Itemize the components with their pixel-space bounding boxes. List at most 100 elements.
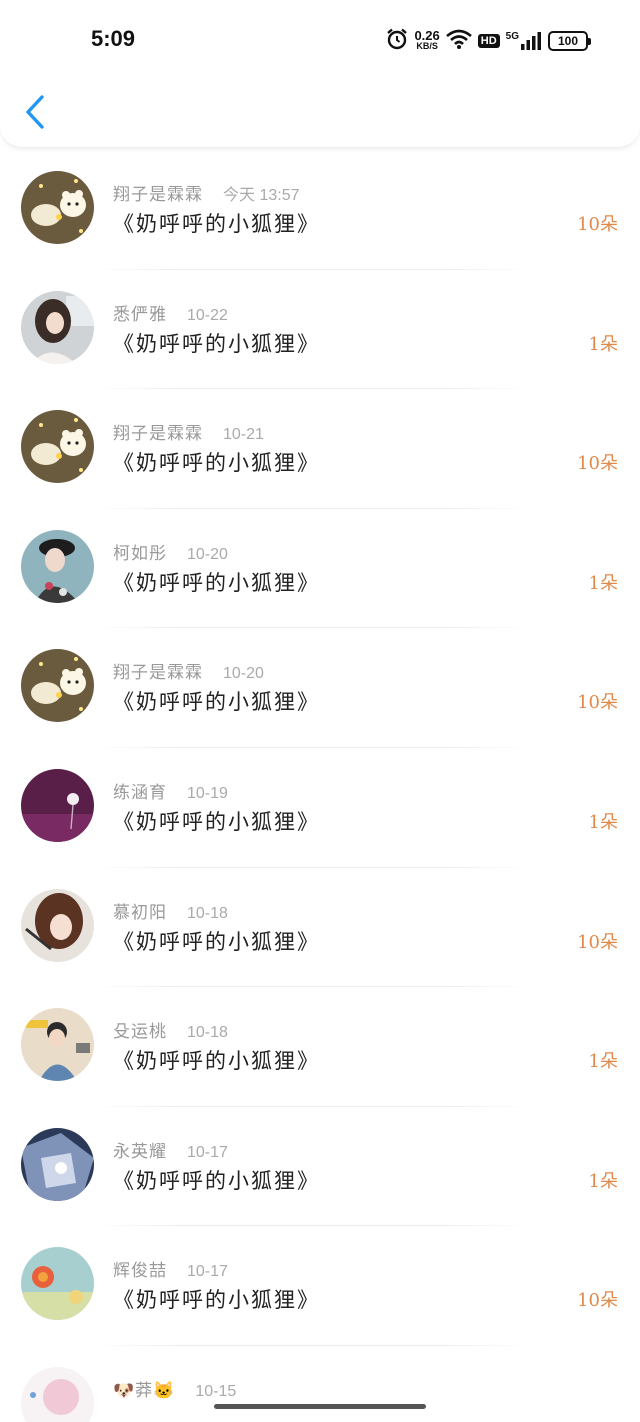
gift-title: 《奶呼呼的小狐狸》	[113, 1168, 320, 1193]
gift-title: 《奶呼呼的小狐狸》	[113, 929, 320, 954]
user-name: 殳运桃	[113, 1022, 167, 1043]
gift-title: 《奶呼呼的小狐狸》	[113, 212, 320, 236]
list-item[interactable]: 悉俨雅 10-22 《奶呼呼的小狐狸》 1朵	[0, 270, 640, 390]
gift-date: 10-17	[187, 1143, 228, 1161]
gift-count: 10朵	[577, 453, 618, 475]
gift-date: 10-20	[223, 665, 264, 683]
net-speed: 0.26 KB/S	[414, 28, 440, 51]
list-item[interactable]: 翔子是霖霖 10-21 《奶呼呼的小狐狸》 10朵	[0, 389, 640, 509]
gift-title: 《奶呼呼的小狐狸》	[113, 570, 320, 595]
signal-label: 5G	[505, 31, 519, 42]
name-line: 练涵育 10-19	[113, 778, 228, 803]
list-item[interactable]: 练涵育 10-19 《奶呼呼的小狐狸》 1朵	[0, 748, 640, 868]
avatar[interactable]	[21, 290, 94, 364]
avatar[interactable]	[21, 410, 94, 484]
gift-date: 10-20	[187, 545, 228, 563]
user-name: 翔子是霖霖	[113, 185, 203, 205]
user-name: 🐶莽🐱	[113, 1380, 176, 1401]
gift-title: 《奶呼呼的小狐狸》	[113, 1288, 320, 1313]
status-time: 5:09	[91, 26, 136, 51]
boy-avatar	[21, 1008, 94, 1082]
pink-avatar	[21, 1366, 94, 1422]
signal-icon: 5G	[506, 31, 542, 51]
list-item[interactable]: 翔子是霖霖 今天 13:57 《奶呼呼的小狐狸》 10朵	[0, 150, 640, 270]
avatar[interactable]	[21, 888, 94, 962]
gift-date: 10-21	[223, 426, 264, 444]
gift-title: 《奶呼呼的小狐狸》	[113, 1049, 320, 1074]
name-line: 殳运桃 10-18	[113, 1017, 228, 1042]
status-bar: 5:09 0.26 KB/S HD 5G 100	[0, 0, 640, 80]
gift-date: 10-19	[187, 784, 228, 802]
girl-brown-avatar	[21, 888, 94, 962]
net-speed-value: 0.26	[414, 28, 440, 43]
gift-count: 10朵	[577, 692, 618, 714]
list-item[interactable]: 慕初阳 10-18 《奶呼呼的小狐狸》 10朵	[0, 868, 640, 988]
name-line: 悉俨雅 10-22	[113, 300, 228, 325]
avatar[interactable]	[21, 529, 94, 603]
bear-avatar	[21, 649, 94, 723]
list-item[interactable]: 辉俊喆 10-17 《奶呼呼的小狐狸》 10朵	[0, 1226, 640, 1346]
name-line: 翔子是霖霖 10-21	[113, 419, 264, 444]
gift-date: 10-17	[187, 1263, 228, 1281]
gift-date: 今天 13:57	[223, 187, 300, 204]
home-indicator[interactable]	[214, 1404, 426, 1409]
list-item[interactable]: 殳运桃 10-18 《奶呼呼的小狐狸》 1朵	[0, 987, 640, 1107]
user-name: 永英耀	[113, 1141, 167, 1162]
gift-count: 1朵	[588, 333, 618, 355]
gift-title: 《奶呼呼的小狐狸》	[113, 451, 320, 476]
gift-title: 《奶呼呼的小狐狸》	[113, 809, 320, 834]
avatar[interactable]	[21, 1247, 94, 1321]
list-item[interactable]: 柯如彤 10-20 《奶呼呼的小狐狸》 1朵	[0, 509, 640, 629]
alarm-icon	[386, 28, 408, 54]
gift-count: 1朵	[588, 572, 618, 594]
gift-date: 10-18	[187, 1024, 228, 1042]
gift-date: 10-18	[187, 904, 228, 922]
list-item[interactable]: 🐶莽🐱 10-15	[0, 1346, 640, 1422]
anime-avatar	[21, 1127, 94, 1201]
status-icons: 0.26 KB/S HD 5G 100	[386, 28, 591, 54]
gift-count: 1朵	[588, 1051, 618, 1073]
bear-avatar	[21, 410, 94, 484]
avatar[interactable]	[21, 649, 94, 723]
avatar[interactable]	[21, 1366, 94, 1422]
dandelion-avatar	[21, 768, 94, 842]
name-line: 翔子是霖霖 今天 13:57	[113, 180, 300, 205]
user-name: 翔子是霖霖	[113, 424, 203, 445]
flower-avatar	[21, 1247, 94, 1321]
gift-count: 10朵	[577, 214, 618, 235]
top-bar: 5:09 0.26 KB/S HD 5G 100	[0, 0, 640, 148]
list-item[interactable]: 永英耀 10-17 《奶呼呼的小狐狸》 1朵	[0, 1107, 640, 1227]
avatar[interactable]	[21, 1127, 94, 1201]
gift-date: 10-15	[195, 1382, 237, 1400]
wifi-icon	[445, 29, 472, 53]
gift-count: 10朵	[577, 931, 618, 953]
gift-date: 10-22	[187, 306, 228, 324]
avatar[interactable]	[21, 768, 94, 842]
gift-record-list: 翔子是霖霖 今天 13:57 《奶呼呼的小狐狸》 10朵 悉俨雅 10-22 《…	[0, 150, 640, 1422]
girl-avatar	[21, 290, 94, 364]
avatar[interactable]	[21, 171, 94, 244]
hd-badge: HD	[477, 34, 500, 48]
user-name: 翔子是霖霖	[113, 663, 203, 684]
user-name: 练涵育	[113, 782, 167, 803]
avatar[interactable]	[21, 1008, 94, 1082]
back-button[interactable]	[20, 92, 50, 132]
name-line: 🐶莽🐱 10-15	[113, 1376, 236, 1401]
user-name: 辉俊喆	[113, 1261, 167, 1282]
gift-count: 1朵	[588, 1170, 618, 1192]
net-speed-unit: KB/S	[416, 41, 438, 51]
user-name: 柯如彤	[113, 543, 167, 564]
name-line: 永英耀 10-17	[113, 1137, 228, 1162]
name-line: 翔子是霖霖 10-20	[113, 658, 264, 683]
gift-title: 《奶呼呼的小狐狸》	[113, 690, 320, 715]
user-name: 悉俨雅	[113, 304, 167, 325]
gift-count: 1朵	[588, 811, 618, 833]
chevron-left-icon	[26, 95, 44, 129]
battery-icon: 100	[548, 31, 591, 51]
gift-count: 10朵	[577, 1290, 618, 1312]
list-item[interactable]: 翔子是霖霖 10-20 《奶呼呼的小狐狸》 10朵	[0, 628, 640, 748]
bear-avatar	[21, 171, 94, 244]
name-line: 慕初阳 10-18	[113, 898, 228, 923]
name-line: 辉俊喆 10-17	[113, 1256, 228, 1281]
girl-hat-avatar	[21, 529, 94, 603]
